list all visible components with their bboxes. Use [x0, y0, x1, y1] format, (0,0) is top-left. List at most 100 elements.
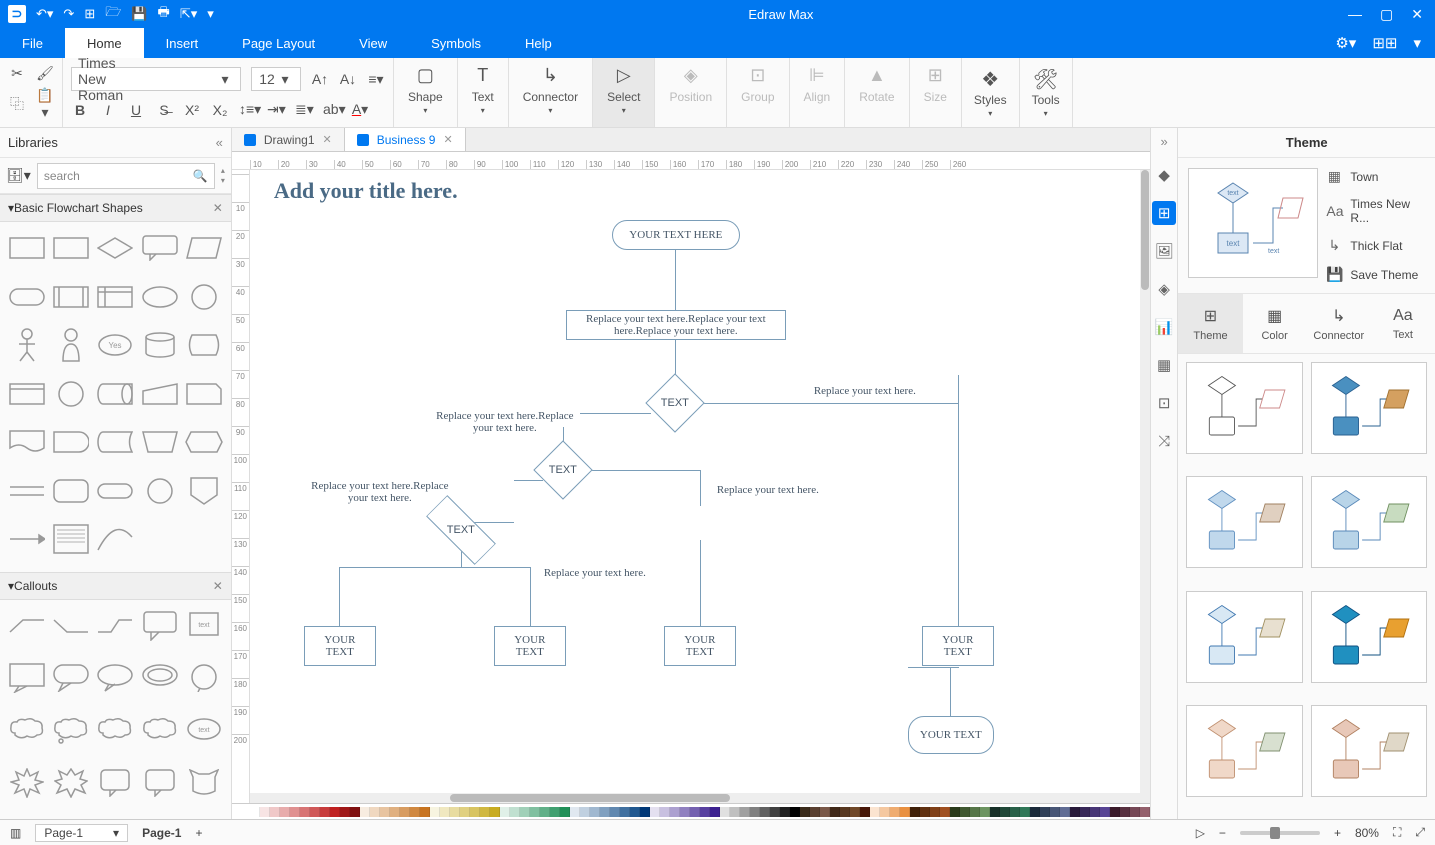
color-swatch[interactable]: [810, 807, 820, 817]
search-icon[interactable]: 🔍: [193, 169, 208, 183]
color-swatch[interactable]: [890, 807, 900, 817]
shape-rounded[interactable]: [50, 471, 92, 511]
color-swatch[interactable]: [630, 807, 640, 817]
shape-delay[interactable]: [50, 422, 92, 462]
open-file-icon[interactable]: 🗁: [105, 3, 121, 25]
fullscreen-icon[interactable]: ⤢: [1415, 825, 1425, 840]
callout-rect1[interactable]: [138, 606, 180, 646]
color-swatch[interactable]: [1010, 807, 1020, 817]
bullets-icon[interactable]: ≣▾: [295, 101, 313, 118]
close-tab-icon[interactable]: ✕: [323, 133, 332, 146]
color-swatch[interactable]: [750, 807, 760, 817]
color-swatch[interactable]: [260, 807, 270, 817]
shape-tool[interactable]: ▢Shape▾: [394, 58, 458, 127]
shape-display[interactable]: [183, 325, 225, 365]
format-painter-icon[interactable]: 🖌: [36, 65, 54, 82]
fc-box-4[interactable]: YOUR TEXT: [922, 626, 994, 666]
theme-card[interactable]: [1311, 705, 1427, 797]
maximize-icon[interactable]: ▢: [1380, 6, 1393, 23]
size-tool[interactable]: ⊞Size: [910, 58, 961, 127]
shape-terminator[interactable]: [6, 277, 48, 317]
color-swatch[interactable]: [1050, 807, 1060, 817]
highlight-icon[interactable]: ab▾: [323, 101, 341, 118]
fc-box-3[interactable]: YOUR TEXT: [664, 626, 736, 666]
export-icon[interactable]: ⇱▾: [180, 6, 197, 22]
color-swatch[interactable]: [250, 807, 260, 817]
tab-color[interactable]: ▦Color: [1243, 294, 1307, 353]
collapse-ribbon-icon[interactable]: ▾: [1413, 34, 1421, 52]
shape-actor2[interactable]: [50, 325, 92, 365]
expand-strip-icon[interactable]: »: [1161, 134, 1168, 149]
color-swatch[interactable]: [940, 807, 950, 817]
color-swatch[interactable]: [1030, 807, 1040, 817]
color-swatch[interactable]: [870, 807, 880, 817]
doc-tab-drawing1[interactable]: Drawing1✕: [232, 128, 345, 151]
color-swatch[interactable]: [730, 807, 740, 817]
color-swatch[interactable]: [380, 807, 390, 817]
close-tab-icon[interactable]: ✕: [443, 133, 452, 146]
shape-callout-rect[interactable]: [138, 228, 180, 268]
color-swatch[interactable]: [460, 807, 470, 817]
fc-label-3[interactable]: Replace your text here.: [703, 484, 833, 496]
color-swatch[interactable]: [490, 807, 500, 817]
color-swatch[interactable]: [690, 807, 700, 817]
group-tool[interactable]: ⊡Group: [727, 58, 789, 127]
shape-actor[interactable]: [6, 325, 48, 365]
color-swatch[interactable]: [1110, 807, 1120, 817]
color-swatch[interactable]: [1070, 807, 1080, 817]
horizontal-scrollbar[interactable]: [250, 793, 1140, 803]
callout-cloud3[interactable]: [94, 711, 136, 751]
crop-icon[interactable]: ⊡: [1152, 391, 1176, 415]
fc-decision-3[interactable]: TEXT: [412, 515, 510, 545]
fc-label-2[interactable]: Replace your text here.Replace your text…: [430, 410, 580, 434]
fc-label-4[interactable]: Replace your text here.Replace your text…: [310, 480, 450, 504]
vertical-scrollbar[interactable]: [1140, 170, 1150, 803]
styles-tool[interactable]: ❖Styles▾: [962, 58, 1020, 127]
font-size-select[interactable]: 12▾: [251, 67, 301, 91]
menu-help[interactable]: Help: [503, 28, 574, 58]
color-swatch[interactable]: [500, 807, 510, 817]
color-swatch[interactable]: [780, 807, 790, 817]
color-swatch[interactable]: [550, 807, 560, 817]
layers-icon[interactable]: ◈: [1152, 277, 1176, 301]
callout-cloud5[interactable]: text: [183, 711, 225, 751]
table-icon[interactable]: ▦: [1152, 353, 1176, 377]
collapse-panel-icon[interactable]: «: [216, 135, 223, 150]
menu-home[interactable]: Home: [65, 28, 144, 58]
color-swatch[interactable]: [370, 807, 380, 817]
close-section-icon[interactable]: ✕: [213, 201, 223, 215]
callout-cloud1[interactable]: [6, 711, 48, 751]
color-swatch[interactable]: [1020, 807, 1030, 817]
color-swatch[interactable]: [270, 807, 280, 817]
menu-file[interactable]: File: [0, 28, 65, 58]
color-swatch[interactable]: [600, 807, 610, 817]
add-page-icon[interactable]: +: [195, 826, 202, 840]
color-swatch[interactable]: [1090, 807, 1100, 817]
superscript-icon[interactable]: X²: [183, 102, 201, 118]
callout-rect4[interactable]: [94, 763, 136, 803]
shape-stored-data[interactable]: [94, 422, 136, 462]
doc-tab-business9[interactable]: Business 9✕: [345, 128, 466, 151]
shape-connector[interactable]: [50, 374, 92, 414]
fc-box-2[interactable]: YOUR TEXT: [494, 626, 566, 666]
apps-icon[interactable]: ⊞⊞: [1372, 34, 1397, 52]
underline-icon[interactable]: U: [127, 102, 145, 118]
color-swatch[interactable]: [970, 807, 980, 817]
minimize-icon[interactable]: —: [1348, 6, 1362, 23]
position-tool[interactable]: ◈Position: [655, 58, 727, 127]
redo-icon[interactable]: ↷: [63, 6, 74, 22]
color-swatch[interactable]: [300, 807, 310, 817]
decrease-font-icon[interactable]: A↓: [339, 71, 357, 87]
shape-database[interactable]: [138, 325, 180, 365]
theme-prop-line[interactable]: ↳Thick Flat: [1326, 237, 1425, 254]
align-tool[interactable]: ⊫Align: [790, 58, 846, 127]
section-callouts[interactable]: ▾ Callouts ✕: [0, 572, 231, 600]
color-swatch[interactable]: [590, 807, 600, 817]
fc-terminator-start[interactable]: YOUR TEXT HERE: [612, 220, 740, 250]
theme-card[interactable]: [1311, 591, 1427, 683]
color-swatch[interactable]: [310, 807, 320, 817]
color-swatch[interactable]: [920, 807, 930, 817]
color-swatch[interactable]: [570, 807, 580, 817]
callout-circle[interactable]: [183, 658, 225, 698]
callout-burst2[interactable]: [50, 763, 92, 803]
